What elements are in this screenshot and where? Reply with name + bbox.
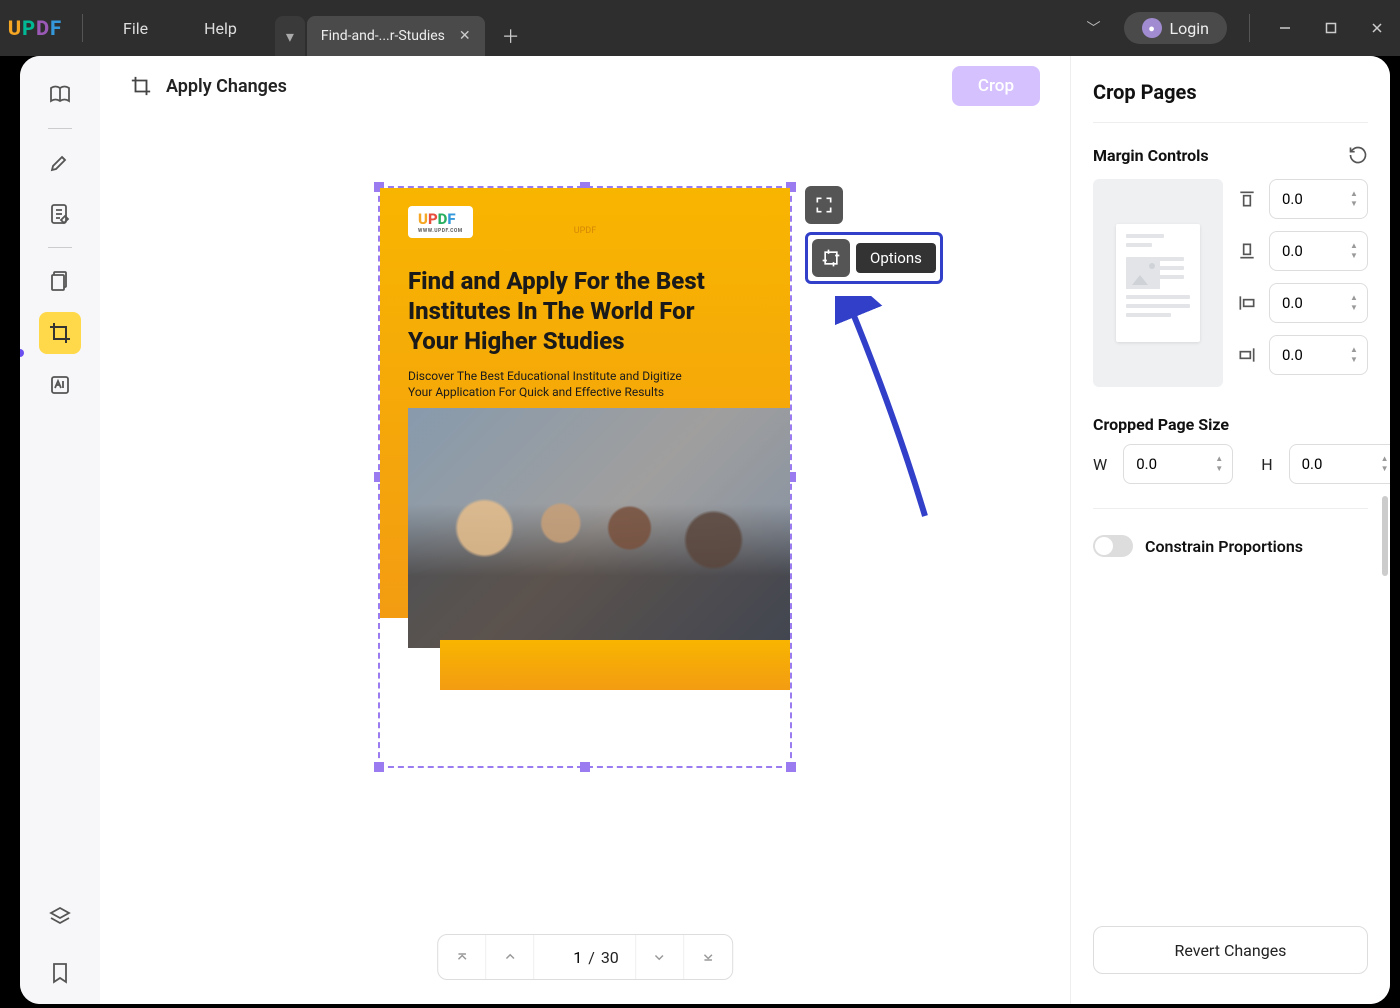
page-hero: UPDF WWW.UPDF.COM UPDF Find and Apply Fo… bbox=[380, 188, 790, 618]
width-input[interactable]: ▲▼ bbox=[1123, 444, 1233, 484]
document-page[interactable]: UPDF WWW.UPDF.COM UPDF Find and Apply Fo… bbox=[378, 186, 792, 768]
tab-bar: ▾ Find-and-...r-Studies ✕ ＋ bbox=[275, 0, 529, 56]
titlebar: UPDF File Help ▾ Find-and-...r-Studies ✕… bbox=[0, 0, 1400, 56]
login-label: Login bbox=[1170, 19, 1209, 38]
next-page-icon[interactable] bbox=[636, 935, 684, 979]
page-total: 30 bbox=[601, 948, 619, 967]
tab-dropdown-icon[interactable]: ▾ bbox=[275, 16, 305, 56]
annotation-arrow-icon bbox=[835, 296, 955, 526]
height-input[interactable]: ▲▼ bbox=[1289, 444, 1390, 484]
reader-tool-icon[interactable] bbox=[39, 74, 81, 116]
chevron-down-icon[interactable]: ﹀ bbox=[1074, 18, 1114, 38]
last-page-icon[interactable] bbox=[684, 935, 732, 979]
layers-icon[interactable] bbox=[39, 896, 81, 938]
crop-icon bbox=[130, 75, 152, 97]
page-logo-subtext: WWW.UPDF.COM bbox=[418, 228, 463, 234]
page-subtitle: Discover The Best Educational Institute … bbox=[408, 368, 708, 400]
height-label: H bbox=[1261, 455, 1272, 474]
page-logo-badge: UPDF WWW.UPDF.COM bbox=[408, 206, 473, 238]
margin-top-input[interactable]: ▲▼ bbox=[1269, 179, 1368, 219]
organize-tool-icon[interactable] bbox=[39, 260, 81, 302]
canvas-header: Apply Changes Crop bbox=[100, 56, 1070, 116]
close-window-button[interactable] bbox=[1354, 0, 1400, 56]
margin-preview bbox=[1093, 179, 1223, 387]
crop-handle[interactable] bbox=[374, 762, 384, 772]
menu-help[interactable]: Help bbox=[176, 19, 265, 38]
watermark-tool-icon[interactable] bbox=[39, 364, 81, 406]
scrollbar[interactable] bbox=[1382, 496, 1388, 576]
separator bbox=[1093, 122, 1368, 123]
separator bbox=[48, 247, 72, 248]
page-photo bbox=[408, 408, 790, 648]
document-tab[interactable]: Find-and-...r-Studies ✕ bbox=[307, 16, 485, 56]
crop-button[interactable]: Crop bbox=[952, 66, 1040, 106]
separator bbox=[82, 14, 83, 42]
page-accent-bar bbox=[440, 640, 790, 690]
canvas-area: Apply Changes Crop UPDF WWW.UPDF.COM bbox=[100, 56, 1070, 1004]
prev-page-icon[interactable] bbox=[486, 935, 534, 979]
separator bbox=[1249, 14, 1250, 42]
crop-options-icon bbox=[812, 239, 850, 277]
app-logo: UPDF bbox=[0, 16, 70, 40]
margin-right-icon bbox=[1237, 345, 1259, 365]
minimize-button[interactable] bbox=[1262, 0, 1308, 56]
page-sep: / bbox=[588, 948, 595, 967]
margin-left-input[interactable]: ▲▼ bbox=[1269, 283, 1368, 323]
reset-icon[interactable] bbox=[1348, 145, 1368, 165]
maximize-button[interactable] bbox=[1308, 0, 1354, 56]
tab-title: Find-and-...r-Studies bbox=[321, 28, 445, 44]
separator bbox=[1093, 508, 1368, 509]
avatar-icon: ● bbox=[1142, 18, 1162, 38]
options-tooltip: Options bbox=[856, 243, 936, 273]
apply-changes-label: Apply Changes bbox=[166, 76, 287, 97]
panel-title: Crop Pages bbox=[1093, 80, 1368, 104]
margin-bottom-input[interactable]: ▲▼ bbox=[1269, 231, 1368, 271]
active-indicator-dot bbox=[20, 349, 24, 357]
app-body: Apply Changes Crop UPDF WWW.UPDF.COM bbox=[20, 56, 1390, 1004]
cropped-size-title: Cropped Page Size bbox=[1093, 415, 1368, 434]
fit-screen-icon[interactable] bbox=[805, 186, 843, 224]
edit-tool-icon[interactable] bbox=[39, 193, 81, 235]
margin-left-icon bbox=[1237, 293, 1259, 313]
crop-tool-icon[interactable] bbox=[39, 312, 81, 354]
login-button[interactable]: ● Login bbox=[1124, 12, 1227, 44]
crop-handle[interactable] bbox=[580, 762, 590, 772]
crop-options-button[interactable]: Options bbox=[805, 232, 943, 284]
page-title: Find and Apply For the Best Institutes I… bbox=[408, 266, 728, 356]
close-icon[interactable]: ✕ bbox=[459, 28, 471, 44]
add-tab-button[interactable]: ＋ bbox=[493, 16, 529, 56]
crop-panel: Crop Pages Margin Controls bbox=[1070, 56, 1390, 1004]
constrain-proportions-toggle[interactable] bbox=[1093, 535, 1133, 557]
margin-controls-title: Margin Controls bbox=[1093, 146, 1209, 165]
first-page-icon[interactable] bbox=[438, 935, 486, 979]
left-tool-rail bbox=[20, 56, 100, 1004]
revert-changes-button[interactable]: Revert Changes bbox=[1093, 926, 1368, 974]
width-label: W bbox=[1093, 455, 1107, 474]
highlighter-tool-icon[interactable] bbox=[39, 141, 81, 183]
separator bbox=[48, 128, 72, 129]
menu-file[interactable]: File bbox=[95, 19, 176, 38]
bookmark-icon[interactable] bbox=[39, 952, 81, 994]
crop-handle[interactable] bbox=[786, 762, 796, 772]
margin-right-input[interactable]: ▲▼ bbox=[1269, 335, 1368, 375]
margin-bottom-icon bbox=[1237, 241, 1259, 261]
margin-top-icon bbox=[1237, 189, 1259, 209]
page-indicator: / 30 bbox=[534, 935, 636, 979]
constrain-label: Constrain Proportions bbox=[1145, 537, 1303, 556]
page-number-input[interactable] bbox=[550, 948, 582, 967]
page-navigator: / 30 bbox=[437, 934, 733, 980]
